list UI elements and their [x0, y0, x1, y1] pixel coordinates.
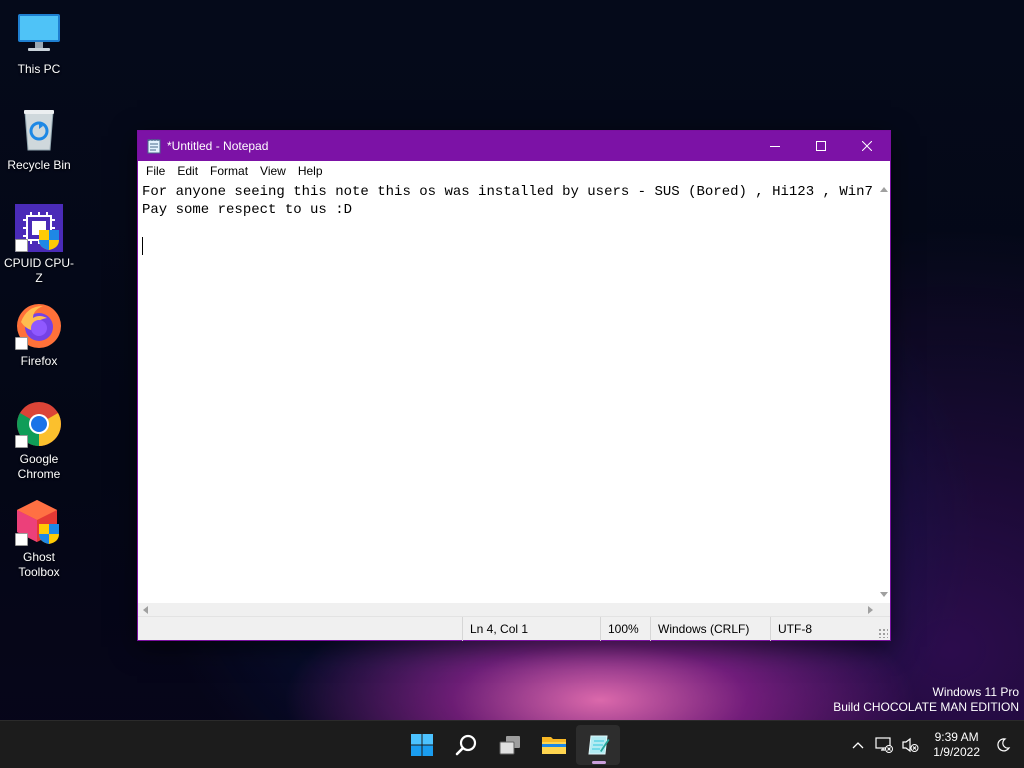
notepad-icon [147, 138, 161, 154]
notepad-taskbar-button[interactable] [576, 725, 620, 765]
network-icon [875, 737, 894, 753]
task-view-button[interactable] [488, 725, 532, 765]
window-title: *Untitled - Notepad [167, 139, 269, 153]
maximize-button[interactable] [798, 131, 844, 161]
status-zoom: 100% [600, 617, 639, 641]
desktop-icon-google-chrome[interactable]: Google Chrome [0, 400, 78, 482]
desktop-icon-label: This PC [17, 62, 61, 76]
search-button[interactable] [444, 725, 488, 765]
start-button[interactable] [400, 725, 444, 765]
horizontal-scrollbar[interactable] [138, 603, 878, 617]
clock-time: 9:39 AM [934, 730, 979, 744]
text-caret [142, 237, 143, 255]
scroll-down-icon[interactable] [880, 592, 888, 597]
focus-assist-button[interactable] [990, 730, 1016, 760]
search-icon [455, 734, 477, 756]
scroll-right-icon[interactable] [868, 606, 873, 614]
desktop-icon-label: CPUID CPU-Z [3, 256, 74, 285]
shortcut-arrow-icon [15, 435, 28, 448]
show-hidden-icons-button[interactable] [845, 730, 871, 760]
scroll-up-icon[interactable] [880, 187, 888, 192]
minimize-button[interactable] [752, 131, 798, 161]
ghost-toolbox-icon [15, 498, 63, 546]
maximize-icon [816, 141, 826, 151]
menu-view[interactable]: View [254, 164, 292, 178]
scroll-left-icon[interactable] [143, 606, 148, 614]
title-bar[interactable]: *Untitled - Notepad [138, 131, 890, 161]
vertical-scrollbar[interactable] [877, 181, 890, 603]
minimize-icon [770, 146, 780, 147]
shortcut-arrow-icon [15, 337, 28, 350]
system-tray: 9:39 AM 1/9/2022 [845, 721, 1024, 768]
close-button[interactable] [844, 131, 890, 161]
menu-edit[interactable]: Edit [171, 164, 204, 178]
status-encoding: UTF-8 [770, 617, 812, 641]
watermark-build: Build CHOCOLATE MAN EDITION [833, 700, 1019, 714]
desktop-icon-cpu-z[interactable]: CPUID CPU-Z [0, 204, 78, 286]
file-explorer-button[interactable] [532, 725, 576, 765]
resize-grip-icon[interactable] [878, 628, 888, 638]
desktop-icon-firefox[interactable]: Firefox [0, 302, 78, 369]
desktop-icon-label: Ghost Toolbox [18, 550, 60, 579]
volume-button[interactable] [897, 730, 923, 760]
start-icon [411, 734, 433, 756]
clock[interactable]: 9:39 AM 1/9/2022 [923, 730, 990, 760]
desktop-icon-label: Firefox [20, 354, 58, 368]
status-position: Ln 4, Col 1 [462, 617, 528, 641]
task-view-icon [499, 736, 520, 755]
firefox-icon [15, 302, 63, 350]
chrome-icon [15, 400, 63, 448]
shortcut-arrow-icon [15, 239, 28, 252]
file-explorer-icon [542, 737, 566, 754]
recycle-bin-icon [15, 106, 63, 154]
desktop-icon-label: Recycle Bin [7, 158, 71, 172]
taskbar-apps [400, 721, 620, 768]
desktop-icon-label: Google Chrome [17, 452, 61, 481]
scrollbar-corner [876, 603, 890, 617]
taskbar: 9:39 AM 1/9/2022 [0, 720, 1024, 768]
menu-format[interactable]: Format [204, 164, 254, 178]
monitor-icon [15, 10, 63, 58]
activation-watermark: Windows 11 Pro Build CHOCOLATE MAN EDITI… [833, 685, 1019, 715]
menu-help[interactable]: Help [292, 164, 329, 178]
desktop-icon-recycle-bin[interactable]: Recycle Bin [0, 106, 78, 173]
clock-date: 1/9/2022 [933, 745, 980, 759]
close-icon [862, 141, 872, 151]
chevron-up-icon [852, 742, 864, 749]
desktop-icon-this-pc[interactable]: This PC [0, 10, 78, 77]
text-editor[interactable]: For anyone seeing this note this os was … [138, 181, 878, 603]
editor-line: Pay some respect to us :D [142, 202, 353, 218]
cpu-z-icon [15, 204, 63, 252]
moon-icon [997, 738, 1011, 752]
network-button[interactable] [871, 730, 897, 760]
status-line-ending: Windows (CRLF) [650, 617, 749, 641]
editor-line: For anyone seeing this note this os was … [142, 184, 873, 200]
notepad-icon [588, 735, 610, 755]
desktop-icon-ghost-toolbox[interactable]: Ghost Toolbox [0, 498, 78, 580]
status-bar: Ln 4, Col 1 100% Windows (CRLF) UTF-8 [138, 616, 890, 641]
menu-file[interactable]: File [140, 164, 171, 178]
watermark-edition: Windows 11 Pro [932, 685, 1019, 699]
volume-muted-icon [902, 737, 919, 753]
notepad-window: *Untitled - Notepad File Edit Format Vie… [137, 130, 891, 641]
menu-bar: File Edit Format View Help [138, 161, 890, 181]
shortcut-arrow-icon [15, 533, 28, 546]
